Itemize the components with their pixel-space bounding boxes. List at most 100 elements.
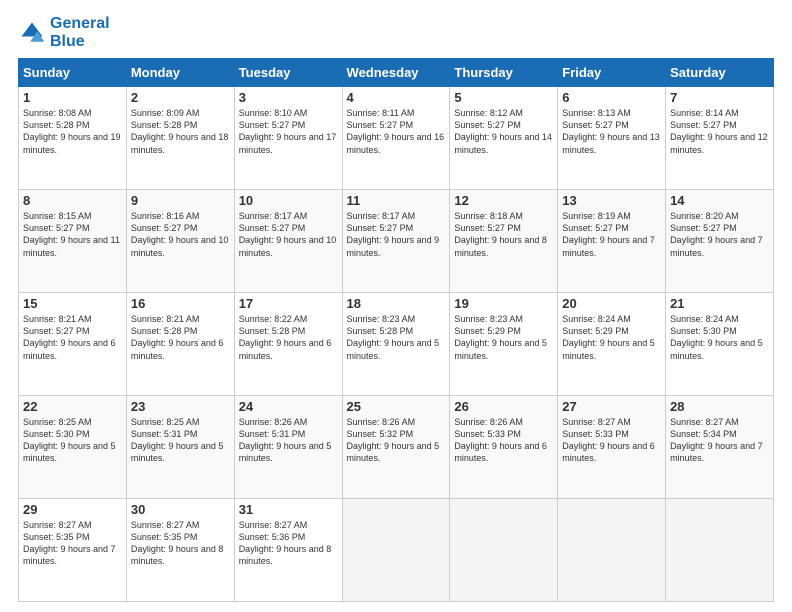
day-number: 1 — [23, 90, 122, 105]
day-number: 3 — [239, 90, 338, 105]
day-number: 22 — [23, 399, 122, 414]
calendar-cell: 24 Sunrise: 8:26 AM Sunset: 5:31 PM Dayl… — [234, 396, 342, 499]
weekday-monday: Monday — [126, 59, 234, 87]
day-number: 28 — [670, 399, 769, 414]
calendar-cell: 27 Sunrise: 8:27 AM Sunset: 5:33 PM Dayl… — [558, 396, 666, 499]
day-number: 14 — [670, 193, 769, 208]
day-number: 16 — [131, 296, 230, 311]
day-info: Sunrise: 8:25 AM Sunset: 5:30 PM Dayligh… — [23, 416, 122, 465]
day-info: Sunrise: 8:27 AM Sunset: 5:35 PM Dayligh… — [23, 519, 122, 568]
day-info: Sunrise: 8:24 AM Sunset: 5:30 PM Dayligh… — [670, 313, 769, 362]
day-number: 31 — [239, 502, 338, 517]
calendar-cell: 28 Sunrise: 8:27 AM Sunset: 5:34 PM Dayl… — [666, 396, 774, 499]
day-number: 20 — [562, 296, 661, 311]
day-info: Sunrise: 8:22 AM Sunset: 5:28 PM Dayligh… — [239, 313, 338, 362]
day-number: 5 — [454, 90, 553, 105]
day-info: Sunrise: 8:27 AM Sunset: 5:36 PM Dayligh… — [239, 519, 338, 568]
day-info: Sunrise: 8:23 AM Sunset: 5:29 PM Dayligh… — [454, 313, 553, 362]
logo-icon — [18, 19, 46, 47]
logo-text: General Blue — [50, 15, 110, 50]
weekday-friday: Friday — [558, 59, 666, 87]
day-number: 19 — [454, 296, 553, 311]
calendar-cell: 6 Sunrise: 8:13 AM Sunset: 5:27 PM Dayli… — [558, 87, 666, 190]
calendar-cell — [666, 499, 774, 602]
day-info: Sunrise: 8:10 AM Sunset: 5:27 PM Dayligh… — [239, 107, 338, 156]
day-info: Sunrise: 8:17 AM Sunset: 5:27 PM Dayligh… — [239, 210, 338, 259]
calendar-cell: 11 Sunrise: 8:17 AM Sunset: 5:27 PM Dayl… — [342, 190, 450, 293]
week-row-2: 8 Sunrise: 8:15 AM Sunset: 5:27 PM Dayli… — [19, 190, 774, 293]
day-info: Sunrise: 8:26 AM Sunset: 5:32 PM Dayligh… — [347, 416, 446, 465]
calendar-cell — [558, 499, 666, 602]
day-info: Sunrise: 8:18 AM Sunset: 5:27 PM Dayligh… — [454, 210, 553, 259]
day-info: Sunrise: 8:16 AM Sunset: 5:27 PM Dayligh… — [131, 210, 230, 259]
calendar-cell: 26 Sunrise: 8:26 AM Sunset: 5:33 PM Dayl… — [450, 396, 558, 499]
day-number: 2 — [131, 90, 230, 105]
weekday-wednesday: Wednesday — [342, 59, 450, 87]
day-info: Sunrise: 8:26 AM Sunset: 5:31 PM Dayligh… — [239, 416, 338, 465]
weekday-header-row: SundayMondayTuesdayWednesdayThursdayFrid… — [19, 59, 774, 87]
day-info: Sunrise: 8:27 AM Sunset: 5:35 PM Dayligh… — [131, 519, 230, 568]
day-number: 10 — [239, 193, 338, 208]
header: General Blue — [18, 15, 774, 50]
day-info: Sunrise: 8:17 AM Sunset: 5:27 PM Dayligh… — [347, 210, 446, 259]
calendar-cell: 29 Sunrise: 8:27 AM Sunset: 5:35 PM Dayl… — [19, 499, 127, 602]
day-info: Sunrise: 8:15 AM Sunset: 5:27 PM Dayligh… — [23, 210, 122, 259]
calendar-cell: 8 Sunrise: 8:15 AM Sunset: 5:27 PM Dayli… — [19, 190, 127, 293]
calendar-cell: 25 Sunrise: 8:26 AM Sunset: 5:32 PM Dayl… — [342, 396, 450, 499]
day-info: Sunrise: 8:24 AM Sunset: 5:29 PM Dayligh… — [562, 313, 661, 362]
calendar-cell: 15 Sunrise: 8:21 AM Sunset: 5:27 PM Dayl… — [19, 293, 127, 396]
calendar-cell: 16 Sunrise: 8:21 AM Sunset: 5:28 PM Dayl… — [126, 293, 234, 396]
calendar-cell: 20 Sunrise: 8:24 AM Sunset: 5:29 PM Dayl… — [558, 293, 666, 396]
calendar-cell: 22 Sunrise: 8:25 AM Sunset: 5:30 PM Dayl… — [19, 396, 127, 499]
calendar-cell: 10 Sunrise: 8:17 AM Sunset: 5:27 PM Dayl… — [234, 190, 342, 293]
day-info: Sunrise: 8:11 AM Sunset: 5:27 PM Dayligh… — [347, 107, 446, 156]
calendar-cell: 1 Sunrise: 8:08 AM Sunset: 5:28 PM Dayli… — [19, 87, 127, 190]
calendar-cell: 17 Sunrise: 8:22 AM Sunset: 5:28 PM Dayl… — [234, 293, 342, 396]
day-info: Sunrise: 8:19 AM Sunset: 5:27 PM Dayligh… — [562, 210, 661, 259]
day-number: 18 — [347, 296, 446, 311]
day-number: 21 — [670, 296, 769, 311]
day-info: Sunrise: 8:21 AM Sunset: 5:28 PM Dayligh… — [131, 313, 230, 362]
day-info: Sunrise: 8:26 AM Sunset: 5:33 PM Dayligh… — [454, 416, 553, 465]
calendar-cell: 19 Sunrise: 8:23 AM Sunset: 5:29 PM Dayl… — [450, 293, 558, 396]
day-number: 23 — [131, 399, 230, 414]
calendar-cell: 3 Sunrise: 8:10 AM Sunset: 5:27 PM Dayli… — [234, 87, 342, 190]
day-info: Sunrise: 8:12 AM Sunset: 5:27 PM Dayligh… — [454, 107, 553, 156]
logo: General Blue — [18, 15, 110, 50]
day-number: 25 — [347, 399, 446, 414]
day-number: 29 — [23, 502, 122, 517]
calendar-cell: 2 Sunrise: 8:09 AM Sunset: 5:28 PM Dayli… — [126, 87, 234, 190]
day-info: Sunrise: 8:20 AM Sunset: 5:27 PM Dayligh… — [670, 210, 769, 259]
day-number: 26 — [454, 399, 553, 414]
day-number: 27 — [562, 399, 661, 414]
calendar: SundayMondayTuesdayWednesdayThursdayFrid… — [18, 58, 774, 602]
day-info: Sunrise: 8:08 AM Sunset: 5:28 PM Dayligh… — [23, 107, 122, 156]
calendar-cell — [342, 499, 450, 602]
calendar-cell — [450, 499, 558, 602]
day-number: 4 — [347, 90, 446, 105]
day-info: Sunrise: 8:21 AM Sunset: 5:27 PM Dayligh… — [23, 313, 122, 362]
calendar-cell: 14 Sunrise: 8:20 AM Sunset: 5:27 PM Dayl… — [666, 190, 774, 293]
calendar-cell: 7 Sunrise: 8:14 AM Sunset: 5:27 PM Dayli… — [666, 87, 774, 190]
calendar-cell: 9 Sunrise: 8:16 AM Sunset: 5:27 PM Dayli… — [126, 190, 234, 293]
calendar-cell: 13 Sunrise: 8:19 AM Sunset: 5:27 PM Dayl… — [558, 190, 666, 293]
calendar-cell: 4 Sunrise: 8:11 AM Sunset: 5:27 PM Dayli… — [342, 87, 450, 190]
day-info: Sunrise: 8:25 AM Sunset: 5:31 PM Dayligh… — [131, 416, 230, 465]
day-number: 13 — [562, 193, 661, 208]
day-number: 17 — [239, 296, 338, 311]
calendar-cell: 12 Sunrise: 8:18 AM Sunset: 5:27 PM Dayl… — [450, 190, 558, 293]
day-number: 12 — [454, 193, 553, 208]
weekday-thursday: Thursday — [450, 59, 558, 87]
weekday-sunday: Sunday — [19, 59, 127, 87]
day-info: Sunrise: 8:27 AM Sunset: 5:33 PM Dayligh… — [562, 416, 661, 465]
day-info: Sunrise: 8:13 AM Sunset: 5:27 PM Dayligh… — [562, 107, 661, 156]
day-number: 9 — [131, 193, 230, 208]
day-number: 15 — [23, 296, 122, 311]
weekday-saturday: Saturday — [666, 59, 774, 87]
week-row-5: 29 Sunrise: 8:27 AM Sunset: 5:35 PM Dayl… — [19, 499, 774, 602]
day-info: Sunrise: 8:09 AM Sunset: 5:28 PM Dayligh… — [131, 107, 230, 156]
day-number: 7 — [670, 90, 769, 105]
day-number: 6 — [562, 90, 661, 105]
calendar-cell: 31 Sunrise: 8:27 AM Sunset: 5:36 PM Dayl… — [234, 499, 342, 602]
calendar-cell: 5 Sunrise: 8:12 AM Sunset: 5:27 PM Dayli… — [450, 87, 558, 190]
